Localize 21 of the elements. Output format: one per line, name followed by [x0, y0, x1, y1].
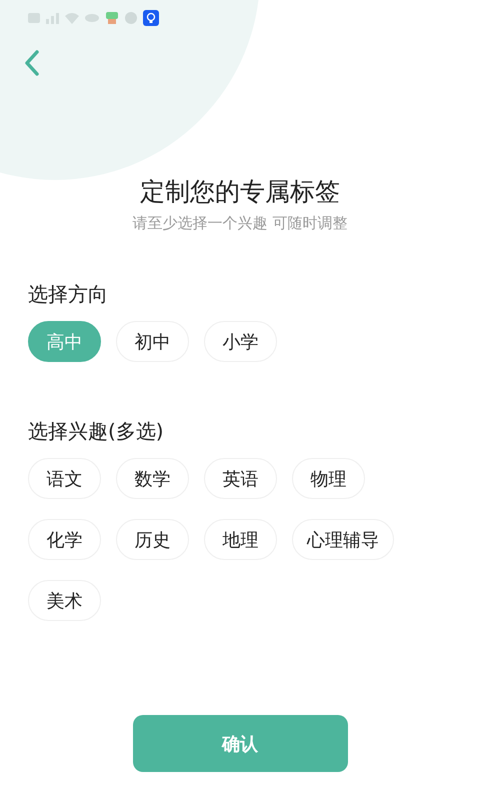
- section-heading: 选择兴趣(多选): [28, 418, 165, 445]
- interest-chip[interactable]: 化学: [28, 519, 101, 560]
- back-icon: [24, 49, 40, 77]
- interest-chip[interactable]: 心理辅导: [292, 519, 394, 560]
- notification-icon: [28, 13, 40, 23]
- direction-chip[interactable]: 小学: [204, 321, 277, 362]
- page-subtitle: 请至少选择一个兴趣 可随时调整: [132, 214, 348, 233]
- interest-chip[interactable]: 物理: [292, 458, 365, 499]
- interest-chip[interactable]: 历史: [116, 519, 189, 560]
- lightbulb-icon: [143, 10, 159, 26]
- page-title: 定制您的专属标签: [139, 176, 341, 208]
- wifi-icon: [65, 12, 79, 24]
- direction-chip[interactable]: 初中: [116, 321, 189, 362]
- interest-chip[interactable]: 地理: [204, 519, 277, 560]
- interest-chip[interactable]: 语文: [28, 458, 101, 499]
- interest-chip[interactable]: 美术: [28, 580, 101, 621]
- section-heading: 选择方向: [28, 281, 109, 308]
- interest-chip[interactable]: 英语: [204, 458, 277, 499]
- interest-chip[interactable]: 数学: [116, 458, 189, 499]
- signal-icon: [46, 12, 59, 24]
- app-icon: [105, 11, 119, 25]
